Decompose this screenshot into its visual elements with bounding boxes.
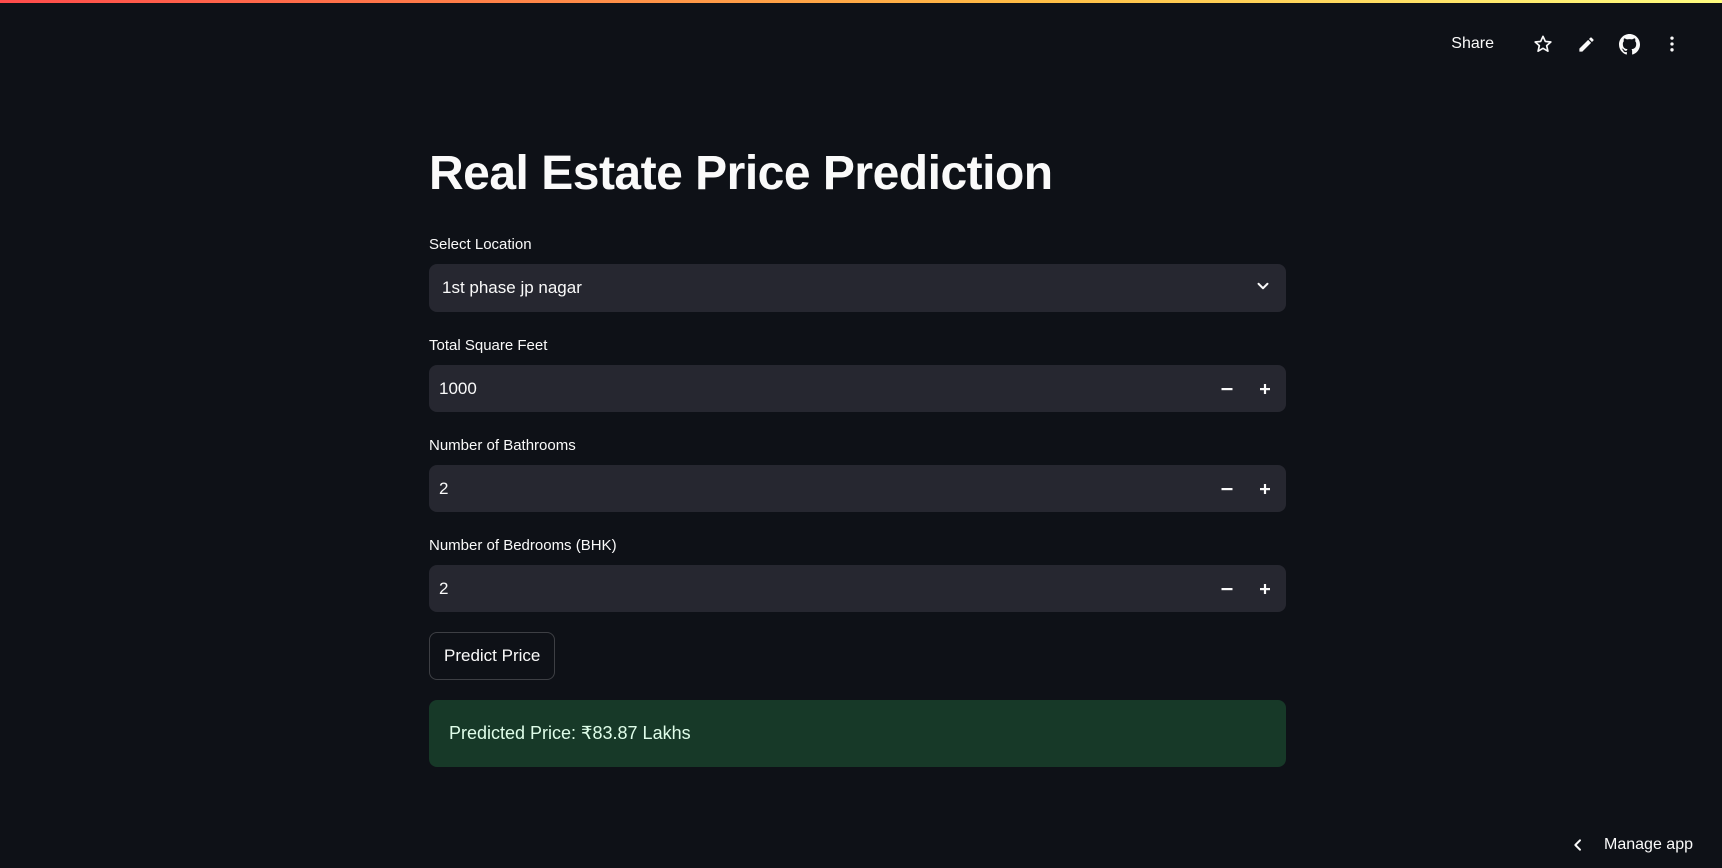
edit-icon[interactable] bbox=[1570, 28, 1602, 60]
github-icon[interactable] bbox=[1613, 28, 1645, 60]
prediction-result-text: Predicted Price: ₹83.87 Lakhs bbox=[449, 723, 691, 743]
minus-icon bbox=[1221, 587, 1233, 590]
app-toolbar: Share bbox=[1451, 28, 1688, 60]
predict-price-button[interactable]: Predict Price bbox=[429, 632, 556, 680]
header-decoration-bar bbox=[0, 0, 1722, 3]
main-content: Real Estate Price Prediction Select Loca… bbox=[429, 140, 1286, 767]
bhk-input[interactable] bbox=[429, 565, 1208, 612]
plus-icon bbox=[1260, 383, 1270, 394]
chevron-left-icon bbox=[1570, 837, 1586, 853]
share-button[interactable]: Share bbox=[1451, 35, 1494, 53]
prediction-result-alert: Predicted Price: ₹83.87 Lakhs bbox=[429, 700, 1286, 767]
location-select[interactable]: 1st phase jp nagar bbox=[429, 264, 1286, 312]
bath-input[interactable] bbox=[429, 465, 1208, 512]
location-field: Select Location 1st phase jp nagar bbox=[429, 234, 1286, 312]
more-vertical-icon[interactable] bbox=[1656, 28, 1688, 60]
page-title: Real Estate Price Prediction bbox=[429, 147, 1053, 200]
manage-app-button[interactable]: Manage app bbox=[1570, 836, 1693, 854]
sqft-input[interactable] bbox=[429, 365, 1208, 412]
bath-decrement-button[interactable] bbox=[1208, 465, 1246, 512]
bhk-stepper bbox=[429, 565, 1286, 612]
bhk-increment-button[interactable] bbox=[1246, 565, 1284, 612]
star-icon[interactable] bbox=[1527, 28, 1559, 60]
sqft-increment-button[interactable] bbox=[1246, 365, 1284, 412]
manage-app-label: Manage app bbox=[1604, 836, 1693, 853]
bath-increment-button[interactable] bbox=[1246, 465, 1284, 512]
location-selected-value: 1st phase jp nagar bbox=[442, 278, 582, 297]
bath-label: Number of Bathrooms bbox=[429, 437, 576, 454]
bhk-label: Number of Bedrooms (BHK) bbox=[429, 537, 617, 554]
sqft-decrement-button[interactable] bbox=[1208, 365, 1246, 412]
sqft-field: Total Square Feet bbox=[429, 335, 1286, 412]
bath-stepper bbox=[429, 465, 1286, 512]
plus-icon bbox=[1260, 583, 1270, 594]
location-label: Select Location bbox=[429, 236, 532, 253]
chevron-down-icon bbox=[1254, 277, 1272, 300]
bhk-decrement-button[interactable] bbox=[1208, 565, 1246, 612]
minus-icon bbox=[1221, 487, 1233, 490]
sqft-label: Total Square Feet bbox=[429, 337, 548, 354]
bhk-field: Number of Bedrooms (BHK) bbox=[429, 535, 1286, 612]
bath-field: Number of Bathrooms bbox=[429, 435, 1286, 512]
plus-icon bbox=[1260, 483, 1270, 494]
sqft-stepper bbox=[429, 365, 1286, 412]
minus-icon bbox=[1221, 387, 1233, 390]
